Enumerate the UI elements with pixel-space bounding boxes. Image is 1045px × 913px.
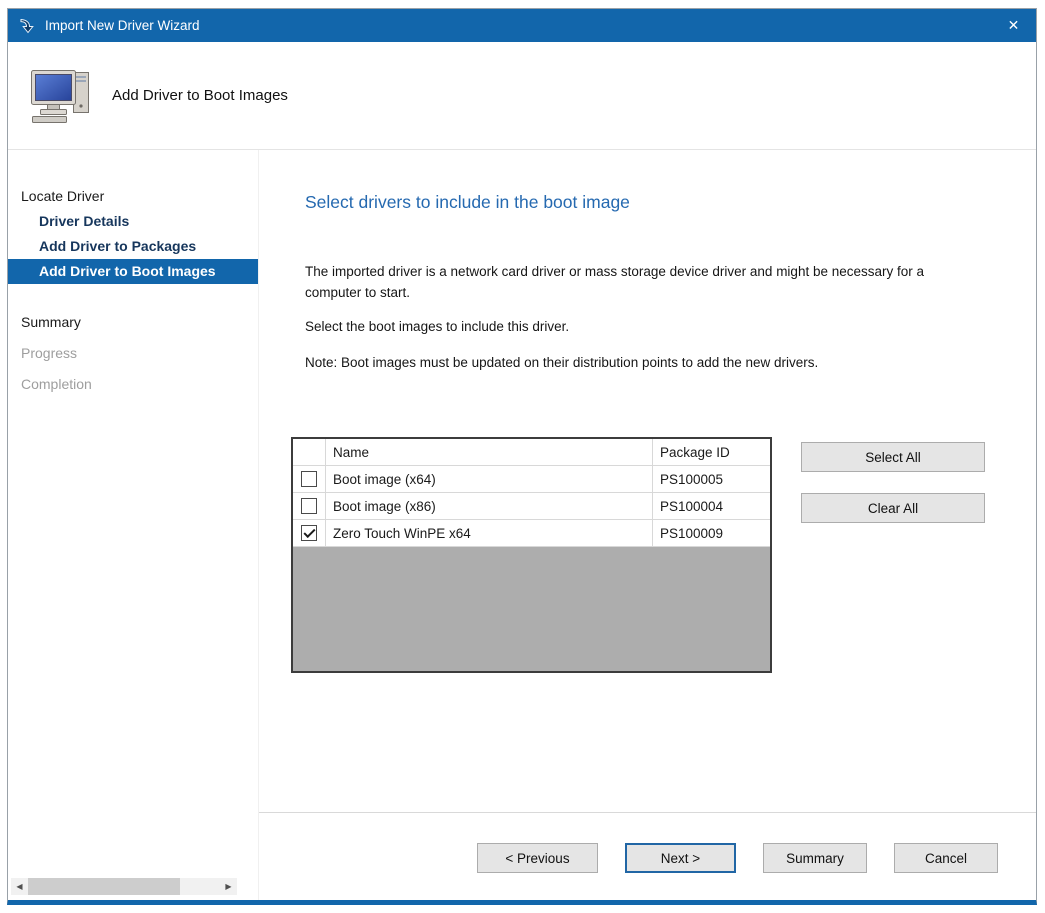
boot-image-name: Boot image (x64) <box>326 466 653 493</box>
previous-button[interactable]: < Previous <box>477 843 598 873</box>
summary-button[interactable]: Summary <box>763 843 867 873</box>
wizard-header: Add Driver to Boot Images <box>8 42 1036 150</box>
boot-image-package-id: PS100004 <box>653 493 770 520</box>
next-button[interactable]: Next > <box>625 843 736 873</box>
intro-text: The imported driver is a network card dr… <box>305 261 967 303</box>
scrollbar-track[interactable] <box>180 878 220 895</box>
table-header-row: Name Package ID <box>293 439 770 466</box>
wizard-window: Import New Driver Wizard ✕ <box>7 8 1037 905</box>
wizard-page-content: Select drivers to include in the boot im… <box>259 150 1036 812</box>
select-all-button[interactable]: Select All <box>801 442 985 472</box>
wizard-steps-sidebar: Locate Driver Driver Details Add Driver … <box>8 150 259 900</box>
scroll-left-icon: ◀ <box>16 882 22 891</box>
cancel-button[interactable]: Cancel <box>894 843 998 873</box>
instruction-text: Select the boot images to include this d… <box>305 316 967 337</box>
sidebar-item-completion: Completion <box>8 372 258 397</box>
boot-images-table: Name Package ID Boot image (x64) PS10000… <box>291 437 772 673</box>
boot-image-checkbox[interactable] <box>301 498 317 514</box>
table-row[interactable]: Zero Touch WinPE x64 PS100009 <box>293 520 770 547</box>
sidebar-item-progress: Progress <box>8 341 258 366</box>
scroll-right-button[interactable]: ▶ <box>220 878 237 895</box>
checkbox-column-header <box>293 439 326 466</box>
scrollbar-thumb[interactable] <box>28 878 180 895</box>
wizard-icon <box>19 18 35 34</box>
sidebar-horizontal-scrollbar[interactable]: ◀ ▶ <box>11 878 237 895</box>
scroll-left-button[interactable]: ◀ <box>11 878 28 895</box>
close-button[interactable]: ✕ <box>991 9 1036 42</box>
sidebar-item-summary: Summary <box>8 310 258 335</box>
header-title: Add Driver to Boot Images <box>112 87 288 104</box>
table-row[interactable]: Boot image (x64) PS100005 <box>293 466 770 493</box>
computer-icon <box>30 68 92 124</box>
close-icon: ✕ <box>1008 17 1020 34</box>
sidebar-item-locate-driver: Locate Driver <box>8 184 258 209</box>
sidebar-item-driver-details: Driver Details <box>8 209 258 234</box>
sidebar-item-add-driver-to-packages: Add Driver to Packages <box>8 234 258 259</box>
boot-image-name: Boot image (x86) <box>326 493 653 520</box>
boot-image-name: Zero Touch WinPE x64 <box>326 520 653 547</box>
sidebar-item-add-driver-to-boot-images: Add Driver to Boot Images <box>8 259 258 284</box>
note-text: Note: Boot images must be updated on the… <box>305 352 967 373</box>
boot-image-checkbox[interactable] <box>301 471 317 487</box>
column-header-package-id[interactable]: Package ID <box>653 439 770 466</box>
page-title: Select drivers to include in the boot im… <box>305 192 1006 213</box>
title-bar: Import New Driver Wizard ✕ <box>8 9 1036 42</box>
boot-image-package-id: PS100009 <box>653 520 770 547</box>
wizard-footer: < Previous Next > Summary Cancel <box>259 812 1036 900</box>
table-row[interactable]: Boot image (x86) PS100004 <box>293 493 770 520</box>
column-header-name[interactable]: Name <box>326 439 653 466</box>
window-title: Import New Driver Wizard <box>45 18 200 33</box>
clear-all-button[interactable]: Clear All <box>801 493 985 523</box>
boot-image-package-id: PS100005 <box>653 466 770 493</box>
boot-image-checkbox[interactable] <box>301 525 317 541</box>
scroll-right-icon: ▶ <box>225 882 231 891</box>
